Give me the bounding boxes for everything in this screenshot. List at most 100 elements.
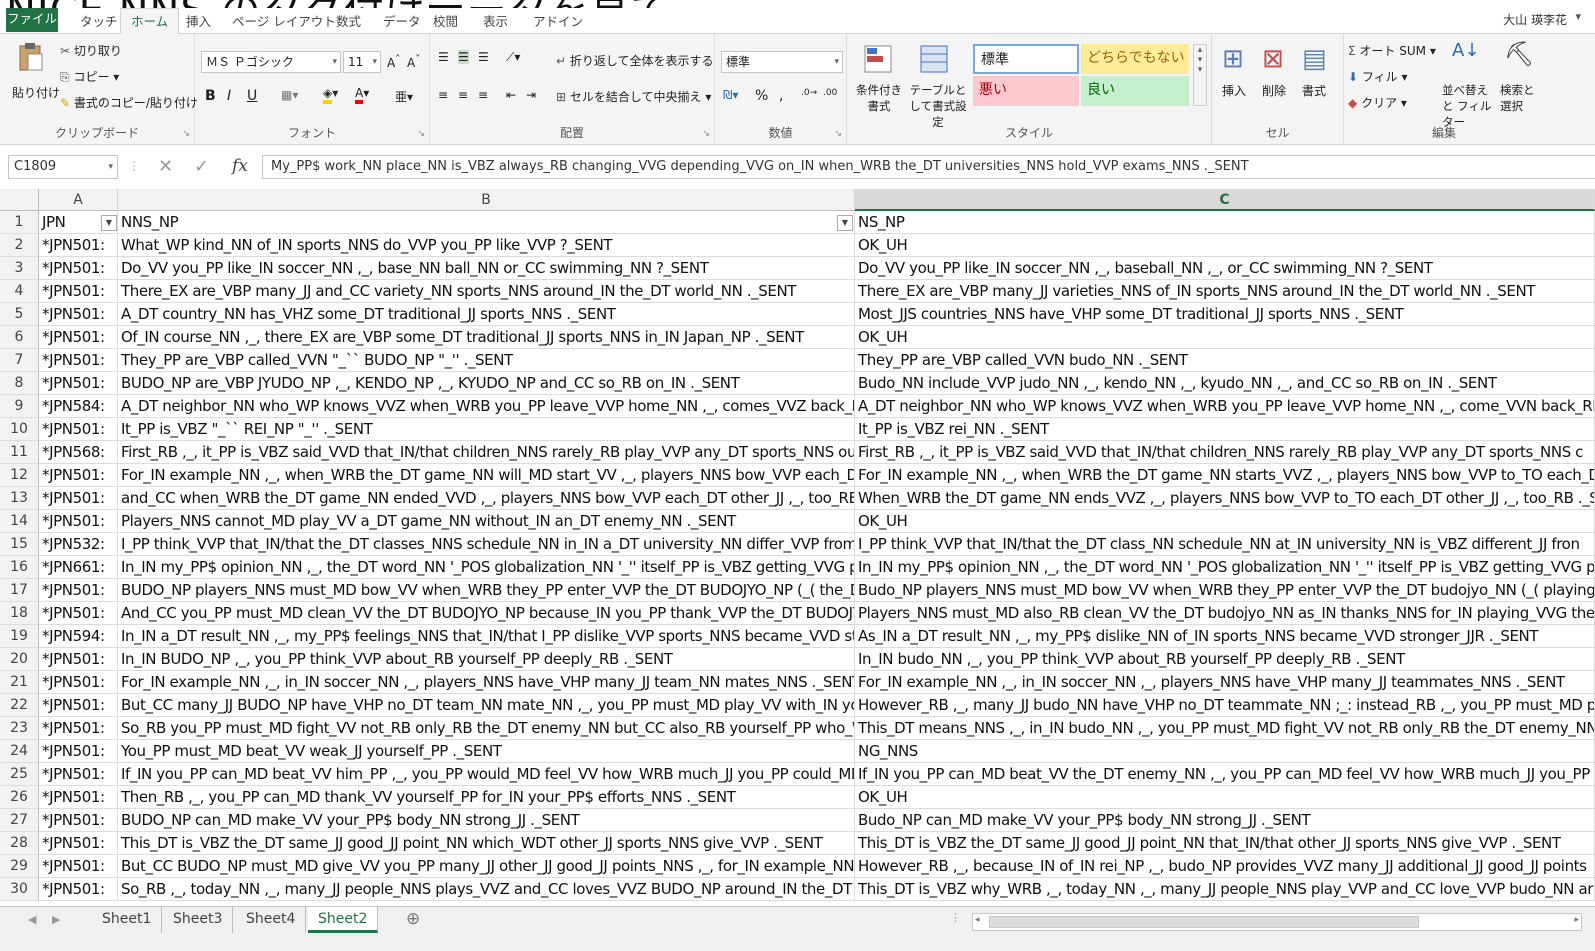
clear-button[interactable]: ◆ クリア ▾: [1348, 94, 1407, 111]
cell-c[interactable]: A_DT neighbor_NN who_WP knows_VVZ when_W…: [855, 395, 1595, 418]
percent-button[interactable]: %: [755, 88, 768, 104]
cell-a[interactable]: *JPN501:: [39, 694, 118, 717]
cell-c[interactable]: It_PP is_VBZ rei_NN ._SENT: [855, 418, 1595, 441]
filter-dropdown-icon[interactable]: ▼: [837, 215, 853, 231]
cell-b[interactable]: I_PP think_VVP that_IN/that the_DT class…: [118, 533, 855, 556]
cell-b[interactable]: For_IN example_NN ,_, in_IN soccer_NN ,_…: [118, 671, 855, 694]
cell-a[interactable]: *JPN501:: [39, 579, 118, 602]
enter-icon[interactable]: ✓: [194, 156, 209, 177]
cell-a[interactable]: *JPN501:: [39, 648, 118, 671]
align-center-icon[interactable]: ≡: [458, 88, 468, 102]
cell-c[interactable]: First_RB ,_, it_PP is_VBZ said_VVD that_…: [855, 441, 1595, 464]
italic-button[interactable]: I: [227, 88, 231, 104]
cell-b[interactable]: In_IN my_PP$ opinion_NN ,_, the_DT word_…: [118, 556, 855, 579]
cell-a[interactable]: *JPN568:: [39, 441, 118, 464]
delete-cells-button[interactable]: 削除: [1262, 82, 1286, 99]
cell-a[interactable]: *JPN501:: [39, 326, 118, 349]
tab-touch[interactable]: タッチ: [80, 11, 118, 30]
cell-a[interactable]: *JPN501:: [39, 349, 118, 372]
cell-a[interactable]: *JPN501:: [39, 303, 118, 326]
cell-c[interactable]: Do_VV you_PP like_IN soccer_NN ,_, baseb…: [855, 257, 1595, 280]
align-middle-icon[interactable]: ☰: [458, 50, 469, 64]
row-header[interactable]: 19: [0, 625, 39, 648]
cell-c[interactable]: There_EX are_VBP many_JJ varieties_NNS o…: [855, 280, 1595, 303]
cell-b[interactable]: BUDO_NP players_NNS must_MD bow_VV when_…: [118, 579, 855, 602]
cell-b[interactable]: BUDO_NP are_VBP JYUDO_NP ,_, KENDO_NP ,_…: [118, 372, 855, 395]
cell-c[interactable]: NS_NP: [855, 211, 1595, 234]
wrap-text-button[interactable]: ↵ 折り返して全体を表示する: [556, 52, 714, 69]
row-header[interactable]: 23: [0, 717, 39, 740]
row-header[interactable]: 14: [0, 510, 39, 533]
cell-c[interactable]: OK_UH: [855, 510, 1595, 533]
row-header[interactable]: 12: [0, 464, 39, 487]
column-header-b[interactable]: B: [118, 189, 855, 211]
bold-button[interactable]: B: [205, 88, 216, 104]
row-header[interactable]: 16: [0, 556, 39, 579]
fill-color-icon[interactable]: ◈▾: [323, 86, 338, 104]
row-header[interactable]: 29: [0, 855, 39, 878]
cell-c[interactable]: OK_UH: [855, 326, 1595, 349]
tab-insert[interactable]: 挿入: [186, 11, 211, 30]
cell-c[interactable]: In_IN budo_NN ,_, you_PP think_VVP about…: [855, 648, 1595, 671]
cell-b[interactable]: They_PP are_VBP called_VVN "_`` BUDO_NP …: [118, 349, 855, 372]
cell-a[interactable]: *JPN501:: [39, 464, 118, 487]
conditional-format-icon[interactable]: [863, 44, 893, 77]
cell-a[interactable]: *JPN532:: [39, 533, 118, 556]
row-header[interactable]: 2: [0, 234, 39, 257]
cell-c[interactable]: As_IN a_DT result_NN ,_, my_PP$ dislike_…: [855, 625, 1595, 648]
cell-c[interactable]: This_DT is_VBZ why_WRB ,_, today_NN ,_, …: [855, 878, 1595, 901]
row-header[interactable]: 8: [0, 372, 39, 395]
outdent-icon[interactable]: ⇤: [506, 88, 516, 102]
cell-b[interactable]: But_CC BUDO_NP must_MD give_VV you_PP ma…: [118, 855, 855, 878]
sort-icon[interactable]: A↓: [1452, 40, 1479, 61]
autosum-button[interactable]: Σ オート SUM ▾: [1348, 42, 1436, 59]
row-header[interactable]: 3: [0, 257, 39, 280]
decrease-decimal-icon[interactable]: .00: [823, 88, 837, 98]
increase-decimal-icon[interactable]: .0→: [801, 88, 817, 98]
cell-a[interactable]: *JPN501:: [39, 234, 118, 257]
cell-c[interactable]: Budo_NP players_NNS must_MD bow_VV when_…: [855, 579, 1595, 602]
cell-b[interactable]: And_CC you_PP must_MD clean_VV the_DT BU…: [118, 602, 855, 625]
styles-scroll-icon[interactable]: ▴ ▾ ▾: [1193, 44, 1207, 106]
row-header[interactable]: 7: [0, 349, 39, 372]
row-header[interactable]: 1: [0, 211, 39, 234]
cut-button[interactable]: ✂ 切り取り: [60, 42, 122, 59]
copy-button[interactable]: ⎘ コピー ▾: [60, 68, 119, 85]
filter-dropdown-icon[interactable]: ▼: [101, 215, 117, 231]
spreadsheet-grid[interactable]: A B C 1 JPN NNS_NP NS_NP ▼ ▼ 2 *JPN501: What_WP …: [0, 189, 1595, 905]
cell-b[interactable]: A_DT neighbor_NN who_WP knows_VVZ when_W…: [118, 395, 855, 418]
cell-b[interactable]: A_DT country_NN has_VHZ some_DT traditio…: [118, 303, 855, 326]
cell-a[interactable]: *JPN584:: [39, 395, 118, 418]
phonetic-icon[interactable]: 亜▾: [395, 88, 413, 105]
chevron-down-icon[interactable]: ▾: [108, 156, 113, 178]
cell-a[interactable]: *JPN501:: [39, 257, 118, 280]
cell-c[interactable]: They_PP are_VBP called_VVN budo_NN ._SEN…: [855, 349, 1595, 372]
cell-c[interactable]: Most_JJS countries_NNS have_VHP some_DT …: [855, 303, 1595, 326]
cell-b[interactable]: There_EX are_VBP many_JJ and_CC variety_…: [118, 280, 855, 303]
tab-data[interactable]: データ: [383, 11, 421, 30]
format-cells-icon[interactable]: ▤: [1302, 44, 1327, 74]
sheet-tab-sheet4[interactable]: Sheet4: [236, 907, 307, 933]
row-header[interactable]: 26: [0, 786, 39, 809]
cell-a[interactable]: *JPN501:: [39, 832, 118, 855]
name-box[interactable]: C1809 ▾: [8, 155, 118, 179]
decrease-font-icon[interactable]: A˅: [407, 54, 420, 70]
cell-a[interactable]: *JPN501:: [39, 602, 118, 625]
user-name[interactable]: 大山 瑛李花: [1503, 11, 1567, 28]
cell-c[interactable]: OK_UH: [855, 786, 1595, 809]
row-header[interactable]: 10: [0, 418, 39, 441]
style-neutral[interactable]: どちらでもない: [1081, 44, 1189, 74]
cell-b[interactable]: So_RB you_PP must_MD fight_VV not_RB onl…: [118, 717, 855, 740]
row-header[interactable]: 18: [0, 602, 39, 625]
horizontal-scrollbar[interactable]: ◂ ▸: [972, 913, 1582, 931]
select-all-corner[interactable]: [0, 189, 39, 211]
cell-b[interactable]: In_IN a_DT result_NN ,_, my_PP$ feelings…: [118, 625, 855, 648]
clipboard-launcher-icon[interactable]: ↘: [182, 129, 190, 139]
tab-page-layout[interactable]: ページ レイアウト: [232, 11, 336, 30]
row-header[interactable]: 24: [0, 740, 39, 763]
merge-center-button[interactable]: ⊞ セルを結合して中央揃え ▾: [556, 88, 711, 105]
cell-c[interactable]: Budo_NN include_VVP judo_NN ,_, kendo_NN…: [855, 372, 1595, 395]
cell-a[interactable]: *JPN501:: [39, 372, 118, 395]
cell-b[interactable]: You_PP must_MD beat_VV weak_JJ yourself_…: [118, 740, 855, 763]
delete-cells-icon[interactable]: ⊠: [1262, 44, 1284, 74]
